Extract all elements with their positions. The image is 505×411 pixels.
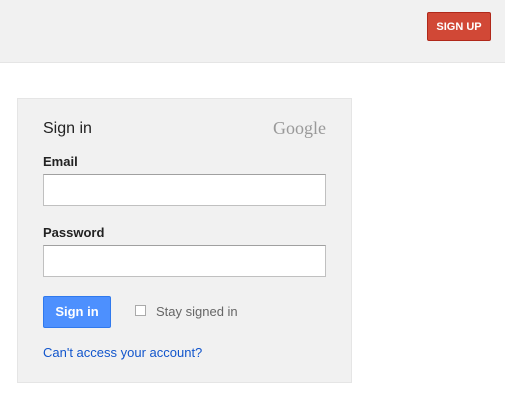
cant-access-account-link[interactable]: Can't access your account? xyxy=(43,345,202,360)
stay-signed-in-checkbox[interactable] xyxy=(135,305,146,316)
email-field[interactable] xyxy=(43,174,326,206)
stay-signed-in-label: Stay signed in xyxy=(156,304,238,319)
sign-in-button[interactable]: Sign in xyxy=(43,296,111,328)
email-label: Email xyxy=(43,154,78,169)
password-label: Password xyxy=(43,225,105,240)
google-logo: Google xyxy=(273,118,326,138)
sign-in-card: Sign in Google Email Password Sign in St… xyxy=(17,98,352,383)
sign-in-title: Sign in xyxy=(43,120,92,137)
password-field[interactable] xyxy=(43,245,326,277)
sign-up-button[interactable]: SIGN UP xyxy=(427,12,491,41)
top-bar: SIGN UP xyxy=(0,0,505,63)
